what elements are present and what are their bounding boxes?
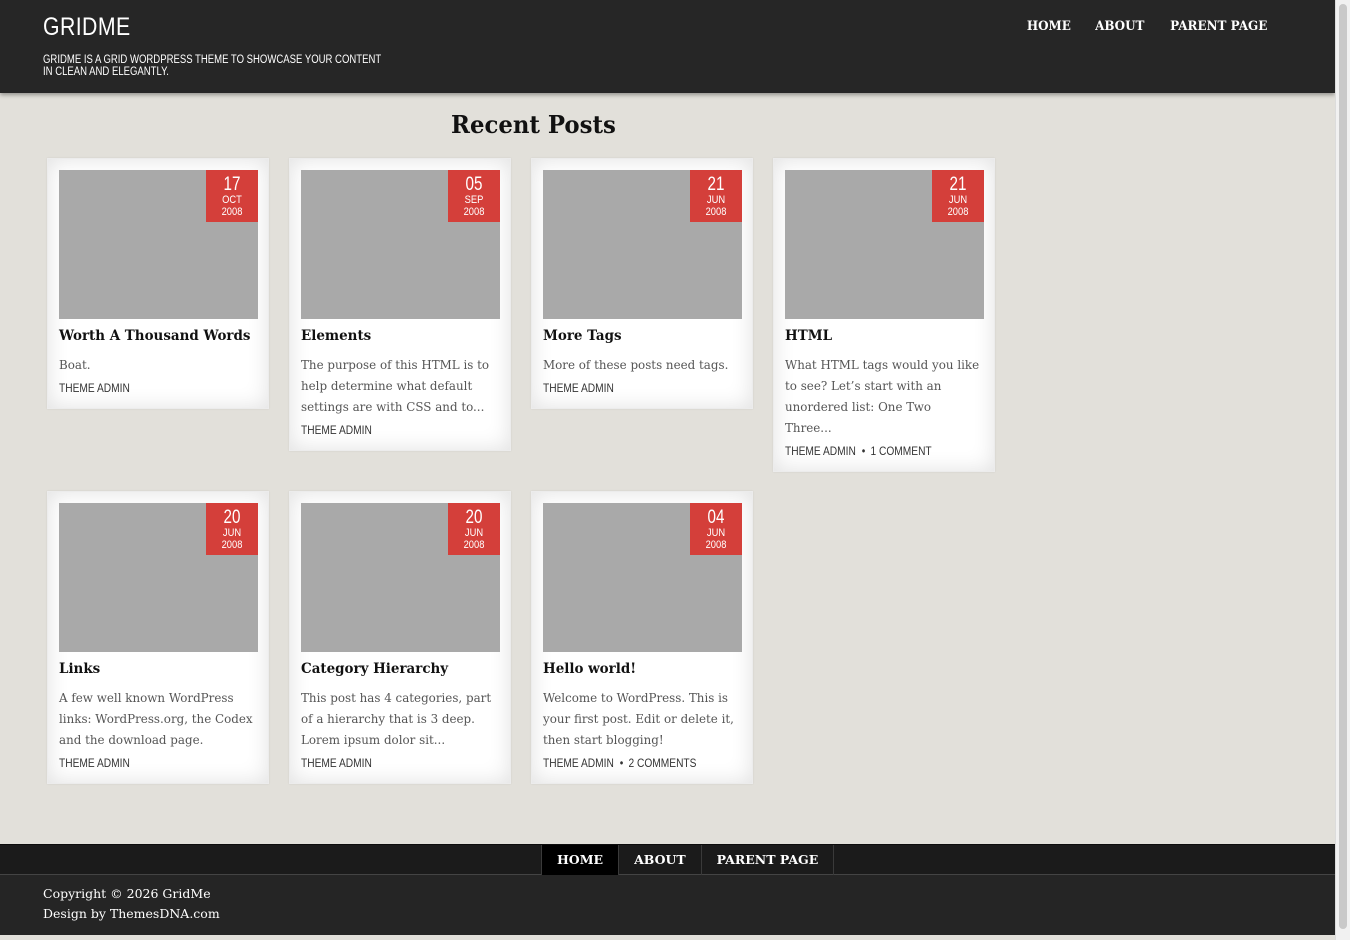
post-excerpt: What HTML tags would you like to see? Le…	[785, 357, 980, 435]
post-author-link[interactable]: THEME ADMIN	[785, 444, 856, 458]
post-meta: THEME ADMIN	[301, 423, 469, 450]
meta-separator: •	[861, 444, 866, 458]
date-month: JUN	[222, 527, 242, 539]
footer-nav-about[interactable]: ABOUT	[618, 845, 701, 875]
date-day: 21	[707, 174, 725, 195]
scrollbar-thumb[interactable]	[1339, 4, 1347, 929]
post-card: 20 JUN 2008 Category Hierarchy This post has…	[289, 491, 511, 784]
post-author-link[interactable]: THEME ADMIN	[301, 756, 372, 770]
copyright-text: Copyright © 2026 GridMe	[43, 886, 211, 901]
post-title-link[interactable]: Hello world!	[543, 660, 733, 678]
site-header: GRIDME GRIDME IS A GRID WORDPRESS THEME …	[0, 0, 1335, 93]
post-thumbnail[interactable]: 20 JUN 2008	[59, 503, 258, 652]
date-month: JUN	[464, 527, 484, 539]
post-author-link[interactable]: THEME ADMIN	[59, 381, 130, 395]
post-title-link[interactable]: Elements	[301, 327, 491, 345]
date-month: JUN	[706, 527, 726, 539]
primary-nav: HOME ABOUT PARENT PAGE	[1014, 19, 1281, 34]
post-thumbnail[interactable]: 21 JUN 2008	[785, 170, 984, 319]
footer-nav-bar: HOME ABOUT PARENT PAGE	[0, 844, 1335, 875]
credit-link[interactable]: Design by ThemesDNA.com	[43, 906, 220, 921]
post-thumbnail[interactable]: 05 SEP 2008	[301, 170, 500, 319]
date-day: 20	[465, 507, 483, 528]
date-year: 2008	[221, 539, 243, 551]
date-year: 2008	[221, 206, 243, 218]
post-meta: THEME ADMIN	[301, 756, 469, 783]
date-day: 21	[949, 174, 967, 195]
date-year: 2008	[463, 206, 485, 218]
date-badge: 20 JUN 2008	[448, 503, 500, 555]
post-card: 17 OCT 2008 Worth A Thousand Words Boat. THEM…	[47, 158, 269, 409]
post-card: 21 JUN 2008 HTML What HTML tags would you li…	[773, 158, 995, 472]
site-footer: Copyright © 2026 GridMe Design by Themes…	[0, 875, 1335, 935]
post-thumbnail[interactable]: 21 JUN 2008	[543, 170, 742, 319]
post-comments-link[interactable]: 2 COMMENTS	[628, 756, 696, 770]
post-meta: THEME ADMIN	[59, 381, 227, 408]
post-title-link[interactable]: Links	[59, 660, 249, 678]
date-month: OCT	[222, 194, 242, 206]
vertical-scrollbar[interactable]	[1335, 0, 1350, 940]
date-day: 05	[465, 174, 483, 195]
post-title-link[interactable]: HTML	[785, 327, 975, 345]
post-meta: THEME ADMIN	[543, 381, 711, 408]
footer-nav-parent-page[interactable]: PARENT PAGE	[700, 845, 835, 875]
section-title: Recent Posts	[451, 110, 616, 139]
post-comments-link[interactable]: 1 COMMENT	[870, 444, 931, 458]
post-excerpt: Boat.	[59, 357, 91, 372]
post-excerpt: The purpose of this HTML is to help dete…	[301, 357, 490, 414]
post-author-link[interactable]: THEME ADMIN	[301, 423, 372, 437]
post-card: 05 SEP 2008 Elements The purpose of this HTM…	[289, 158, 511, 451]
meta-separator: •	[619, 756, 624, 770]
nav-home[interactable]: HOME	[1017, 19, 1079, 34]
post-thumbnail[interactable]: 20 JUN 2008	[301, 503, 500, 652]
post-author-link[interactable]: THEME ADMIN	[543, 756, 614, 770]
post-card: 21 JUN 2008 More Tags More of these posts ne…	[531, 158, 753, 409]
date-badge: 20 JUN 2008	[206, 503, 258, 555]
post-meta: THEME ADMIN • 1 COMMENT	[785, 444, 953, 471]
post-title-link[interactable]: Category Hierarchy	[301, 660, 491, 678]
date-badge: 04 JUN 2008	[690, 503, 742, 555]
post-card: 20 JUN 2008 Links A few well known WordPress…	[47, 491, 269, 784]
date-year: 2008	[947, 206, 969, 218]
post-title-link[interactable]: Worth A Thousand Words	[59, 327, 250, 345]
site-title-link[interactable]: GRIDME	[43, 13, 131, 42]
date-month: JUN	[706, 194, 726, 206]
date-badge: 21 JUN 2008	[690, 170, 742, 222]
post-excerpt: Welcome to WordPress. This is your first…	[543, 690, 734, 747]
nav-parent-page[interactable]: PARENT PAGE	[1160, 19, 1276, 34]
date-year: 2008	[705, 539, 727, 551]
date-day: 20	[223, 507, 241, 528]
footer-nav-home[interactable]: HOME	[541, 845, 619, 875]
page: GRIDME GRIDME IS A GRID WORDPRESS THEME …	[0, 0, 1335, 940]
footer-nav: HOME ABOUT PARENT PAGE	[541, 845, 835, 875]
date-month: SEP	[464, 194, 484, 206]
date-day: 17	[223, 174, 241, 195]
post-excerpt: More of these posts need tags.	[543, 357, 729, 372]
post-author-link[interactable]: THEME ADMIN	[543, 381, 614, 395]
post-card: 04 JUN 2008 Hello world! Welcome to WordPres…	[531, 491, 753, 784]
post-meta: THEME ADMIN • 2 COMMENTS	[543, 756, 711, 783]
date-day: 04	[707, 507, 725, 528]
post-title-link[interactable]: More Tags	[543, 327, 733, 345]
post-excerpt: A few well known WordPress links: WordPr…	[59, 690, 253, 747]
date-badge: 21 JUN 2008	[932, 170, 984, 222]
post-excerpt: This post has 4 categories, part of a hi…	[301, 690, 492, 747]
date-month: JUN	[948, 194, 968, 206]
date-year: 2008	[705, 206, 727, 218]
post-thumbnail[interactable]: 04 JUN 2008	[543, 503, 742, 652]
post-thumbnail[interactable]: 17 OCT 2008	[59, 170, 258, 319]
post-meta: THEME ADMIN	[59, 756, 227, 783]
nav-about[interactable]: ABOUT	[1085, 19, 1153, 34]
date-badge: 17 OCT 2008	[206, 170, 258, 222]
post-author-link[interactable]: THEME ADMIN	[59, 756, 130, 770]
date-badge: 05 SEP 2008	[448, 170, 500, 222]
date-year: 2008	[463, 539, 485, 551]
site-description: GRIDME IS A GRID WORDPRESS THEME TO SHOW…	[43, 54, 382, 78]
